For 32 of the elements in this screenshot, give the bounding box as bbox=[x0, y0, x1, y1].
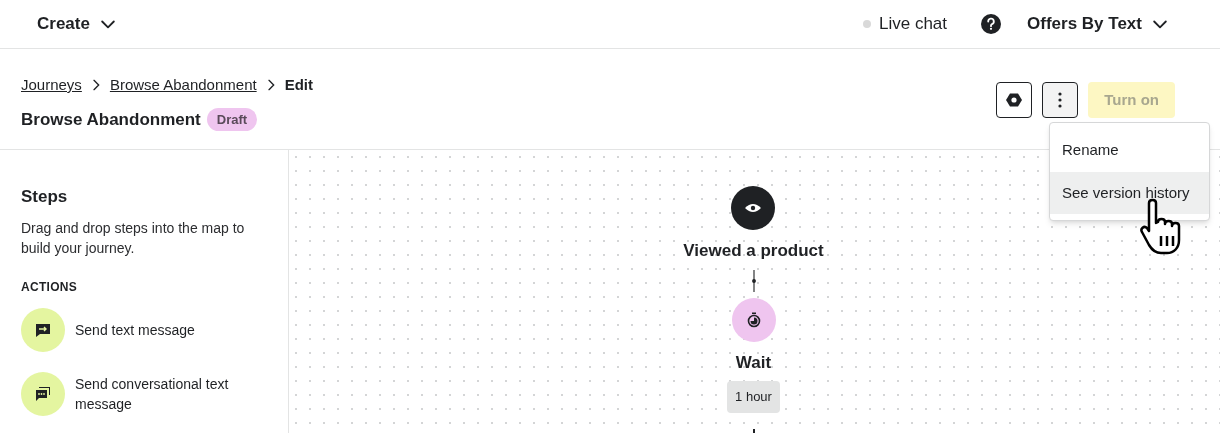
action-label: Send conversational text message bbox=[75, 374, 230, 414]
breadcrumb-link[interactable]: Journeys bbox=[21, 74, 82, 97]
message-arrow-icon bbox=[35, 321, 51, 338]
menu-item[interactable]: See version history bbox=[1050, 171, 1209, 214]
status-badge: Draft bbox=[206, 107, 258, 131]
wait-node[interactable] bbox=[731, 297, 776, 342]
steps-heading: Steps bbox=[21, 186, 69, 208]
live-chat-button[interactable]: Live chat bbox=[863, 11, 948, 37]
menu-item[interactable]: Rename bbox=[1050, 129, 1209, 172]
chat-bubbles-icon bbox=[35, 385, 51, 402]
breadcrumb-current: Edit bbox=[284, 75, 313, 95]
stopwatch-icon bbox=[745, 311, 762, 328]
breadcrumb-link[interactable]: Browse Abandonment bbox=[109, 74, 257, 97]
action-item[interactable]: Send conversational text message bbox=[21, 371, 272, 416]
node-label: Wait bbox=[735, 351, 772, 374]
eye-icon bbox=[745, 202, 762, 214]
journey-title: Browse Abandonment bbox=[21, 108, 201, 131]
steps-description: Drag and drop steps into the map to build your journey. bbox=[21, 218, 246, 258]
action-label: Send text message bbox=[75, 320, 196, 340]
more-options-button[interactable] bbox=[1042, 82, 1079, 118]
section-heading: ACTIONS bbox=[21, 278, 79, 296]
settings-icon bbox=[1006, 92, 1023, 108]
node-label: Viewed a product bbox=[683, 240, 824, 262]
create-menu[interactable]: Create bbox=[37, 11, 118, 37]
connector-line bbox=[749, 269, 758, 292]
trigger-node[interactable] bbox=[731, 186, 776, 230]
help-icon[interactable] bbox=[981, 14, 1002, 34]
account-menu[interactable]: Offers By Text bbox=[1027, 11, 1170, 37]
duration-tag: 1 hour bbox=[727, 381, 780, 413]
settings-button[interactable] bbox=[996, 82, 1033, 118]
more-vertical-icon bbox=[1058, 92, 1063, 108]
action-item[interactable]: Send text message bbox=[21, 307, 272, 352]
